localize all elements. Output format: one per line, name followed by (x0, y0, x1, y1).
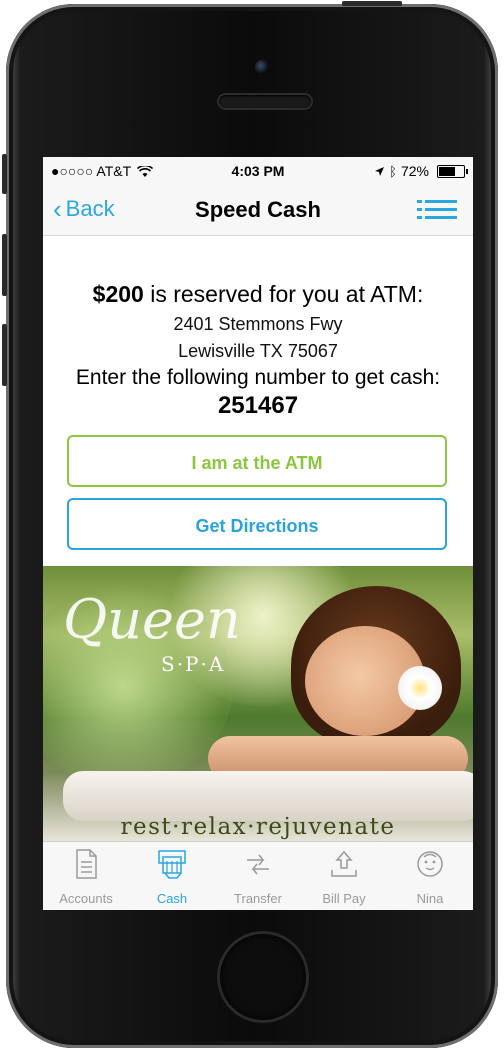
tab-accounts[interactable]: Accounts (43, 848, 129, 906)
tab-label-accounts: Accounts (59, 891, 113, 906)
tab-transfer[interactable]: Transfer (215, 848, 301, 906)
location-arrow-icon (375, 166, 385, 176)
battery-icon (437, 164, 468, 178)
battery-level-fill (439, 166, 455, 176)
tab-nina[interactable]: Nina (387, 848, 473, 906)
tab-label-transfer: Transfer (234, 891, 282, 906)
assistant-face-icon (417, 851, 443, 877)
home-button[interactable] (220, 934, 306, 1020)
tab-label-cash: Cash (156, 891, 188, 906)
phone-screen: ●○○○○ AT&T 4:03 PM ᛒ 72% ‹ Back Speed Ca… (43, 157, 473, 910)
battery-percent: 72% (400, 163, 429, 179)
page-title: Speed Cash (195, 197, 321, 222)
power-button (342, 1, 402, 6)
volume-down-button (2, 324, 7, 386)
document-icon (76, 849, 97, 879)
cash-code: 251467 (217, 392, 299, 419)
reservation-text: is reserved for you at ATM: (143, 281, 424, 307)
bluetooth-icon: ᛒ (389, 163, 397, 179)
tab-bill-pay[interactable]: Bill Pay (301, 848, 387, 906)
transfer-arrows-icon (247, 854, 269, 875)
status-bar: ●○○○○ AT&T 4:03 PM ᛒ 72% (43, 157, 473, 185)
atm-cash-icon (158, 850, 186, 879)
tab-label-bill-pay: Bill Pay (322, 891, 366, 906)
tab-cash[interactable]: Cash (129, 848, 215, 906)
ad-tagline: rest·relax·rejuvenate (120, 814, 396, 840)
front-camera (255, 60, 269, 74)
tab-label-nina: Nina (416, 891, 444, 906)
status-right: ᛒ 72% (374, 163, 468, 179)
atm-address-city: Lewisville TX 75067 (178, 341, 338, 361)
reservation-message: $200 is reserved for you at ATM: (43, 281, 473, 308)
queen-spa-advertisement[interactable]: Queen S·P·A rest·relax·rejuvenate (43, 566, 473, 841)
menu-list-icon[interactable] (417, 199, 457, 221)
atm-address-street: 2401 Stemmons Fwy (173, 314, 343, 334)
at-atm-button[interactable]: I am at the ATM (67, 435, 447, 487)
upload-tray-icon (331, 850, 357, 877)
get-directions-button[interactable]: Get Directions (67, 498, 447, 550)
ad-flower (398, 666, 442, 710)
navigation-bar: ‹ Back Speed Cash (43, 185, 473, 236)
instruction-text: Enter the following number to get cash: (75, 366, 441, 389)
tab-bar: Accounts Cash Transfer Bill Pay Nina (43, 841, 473, 910)
volume-up-button (2, 234, 7, 296)
reserved-amount: $200 (92, 281, 144, 307)
ad-brand-sub: S·P·A (161, 652, 226, 676)
ad-brand-logo: Queen (63, 588, 241, 651)
mute-switch (2, 154, 7, 194)
earpiece-speaker (219, 95, 311, 108)
